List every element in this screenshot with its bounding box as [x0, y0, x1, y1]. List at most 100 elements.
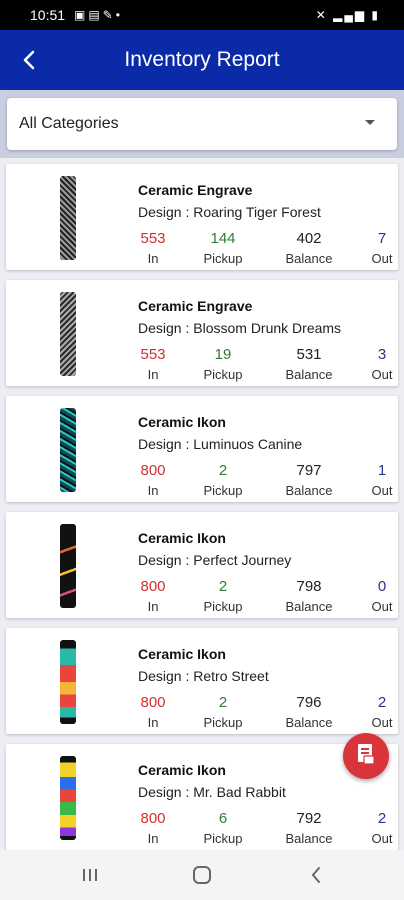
product-design: Design : Luminuos Canine: [138, 436, 303, 452]
recents-icon[interactable]: [78, 864, 102, 886]
home-icon[interactable]: [190, 864, 214, 886]
stat-balance-label: Balance: [285, 483, 333, 498]
status-bar: 10:51 ▣▤✎• ✕ ▂▄▆ ▮: [0, 0, 404, 30]
list-item[interactable]: Ceramic Ikon Design : Perfect Journey 80…: [6, 512, 398, 618]
stat-in: 553 In: [118, 230, 188, 266]
stat-out-label: Out: [371, 251, 393, 266]
product-design: Design : Mr. Bad Rabbit: [138, 784, 286, 800]
stat-out-label: Out: [371, 831, 393, 846]
stat-balance-label: Balance: [285, 251, 333, 266]
list-item[interactable]: Ceramic Engrave Design : Blossom Drunk D…: [6, 280, 398, 386]
stat-pickup-label: Pickup: [203, 251, 243, 266]
stat-pickup-label: Pickup: [203, 599, 243, 614]
stat-in: 800 In: [118, 694, 188, 730]
list-item[interactable]: Ceramic Ikon Design : Mr. Bad Rabbit 800…: [6, 744, 398, 850]
stat-out-value: 1: [377, 462, 387, 479]
stat-in-value: 800: [140, 694, 166, 711]
nav-back-icon[interactable]: [304, 864, 328, 886]
stat-out-value: 3: [377, 346, 387, 363]
caret-down-icon: [365, 120, 375, 125]
stat-balance: 798 Balance: [274, 578, 344, 614]
product-design: Design : Roaring Tiger Forest: [138, 204, 321, 220]
stat-balance-label: Balance: [285, 367, 333, 382]
stat-in: 800 In: [118, 578, 188, 614]
stat-in-value: 553: [140, 346, 166, 363]
stat-pickup-value: 144: [210, 230, 236, 247]
stat-pickup-value: 6: [218, 810, 228, 827]
stat-pickup-label: Pickup: [203, 715, 243, 730]
stat-in-label: In: [147, 715, 159, 730]
product-image: [60, 292, 76, 376]
stat-balance-value: 798: [296, 578, 322, 595]
stat-out-value: 0: [377, 578, 387, 595]
product-image: [60, 640, 76, 724]
inventory-list[interactable]: Ceramic Engrave Design : Roaring Tiger F…: [0, 158, 404, 850]
stat-pickup-label: Pickup: [203, 483, 243, 498]
stat-pickup-value: 19: [214, 346, 232, 363]
stat-out-label: Out: [371, 599, 393, 614]
stat-out: 2 Out: [347, 694, 404, 730]
stat-out: 7 Out: [347, 230, 404, 266]
stat-pickup: 2 Pickup: [188, 578, 258, 614]
filter-bar: All Categories: [0, 90, 404, 158]
system-nav-bar: [0, 850, 404, 900]
stat-out-label: Out: [371, 715, 393, 730]
product-image: [60, 756, 76, 840]
stat-pickup: 19 Pickup: [188, 346, 258, 382]
pdf-export-button[interactable]: [343, 733, 389, 779]
app-bar: Inventory Report: [0, 30, 404, 90]
product-image: [60, 176, 76, 260]
product-name: Ceramic Ikon: [138, 530, 226, 546]
product-name: Ceramic Engrave: [138, 298, 253, 314]
category-dropdown-value: All Categories: [19, 115, 119, 132]
stat-out-value: 2: [377, 810, 387, 827]
stat-pickup: 144 Pickup: [188, 230, 258, 266]
product-name: Ceramic Ikon: [138, 646, 226, 662]
stat-in-value: 800: [140, 578, 166, 595]
product-design: Design : Retro Street: [138, 668, 269, 684]
stat-pickup-label: Pickup: [203, 367, 243, 382]
stat-balance-value: 531: [296, 346, 322, 363]
system-icons: ✕ ▂▄▆ ▮: [315, 8, 380, 22]
stat-pickup-label: Pickup: [203, 831, 243, 846]
stat-in-value: 553: [140, 230, 166, 247]
stat-in-label: In: [147, 599, 159, 614]
list-item[interactable]: Ceramic Ikon Design : Luminuos Canine 80…: [6, 396, 398, 502]
stat-balance-label: Balance: [285, 599, 333, 614]
stat-balance: 531 Balance: [274, 346, 344, 382]
stat-balance-value: 796: [296, 694, 322, 711]
stat-balance-value: 402: [296, 230, 322, 247]
stat-in-label: In: [147, 831, 159, 846]
stat-in: 800 In: [118, 810, 188, 846]
stat-out: 2 Out: [347, 810, 404, 846]
stat-pickup: 2 Pickup: [188, 462, 258, 498]
notification-icons: ▣▤✎•: [74, 8, 123, 22]
stat-in-label: In: [147, 251, 159, 266]
pdf-export-icon: [355, 742, 377, 771]
stat-pickup: 2 Pickup: [188, 694, 258, 730]
product-name: Ceramic Ikon: [138, 414, 226, 430]
list-item[interactable]: Ceramic Ikon Design : Retro Street 800 In…: [6, 628, 398, 734]
product-design: Design : Blossom Drunk Dreams: [138, 320, 342, 336]
product-name: Ceramic Ikon: [138, 762, 226, 778]
status-time: 10:51: [30, 7, 66, 23]
stat-out-label: Out: [371, 483, 393, 498]
stat-out: 3 Out: [347, 346, 404, 382]
stat-out-value: 2: [377, 694, 387, 711]
stat-out-value: 7: [377, 230, 387, 247]
stat-balance: 402 Balance: [274, 230, 344, 266]
product-image: [60, 408, 76, 492]
stat-in: 553 In: [118, 346, 188, 382]
stat-balance: 797 Balance: [274, 462, 344, 498]
stat-balance-label: Balance: [285, 715, 333, 730]
stat-out: 0 Out: [347, 578, 404, 614]
stat-pickup: 6 Pickup: [188, 810, 258, 846]
stat-out-label: Out: [371, 367, 393, 382]
list-item[interactable]: Ceramic Engrave Design : Roaring Tiger F…: [6, 164, 398, 270]
stat-balance: 796 Balance: [274, 694, 344, 730]
stat-in-label: In: [147, 367, 159, 382]
product-name: Ceramic Engrave: [138, 182, 253, 198]
category-dropdown[interactable]: All Categories: [7, 98, 397, 150]
product-design: Design : Perfect Journey: [138, 552, 292, 568]
stat-pickup-value: 2: [218, 462, 228, 479]
